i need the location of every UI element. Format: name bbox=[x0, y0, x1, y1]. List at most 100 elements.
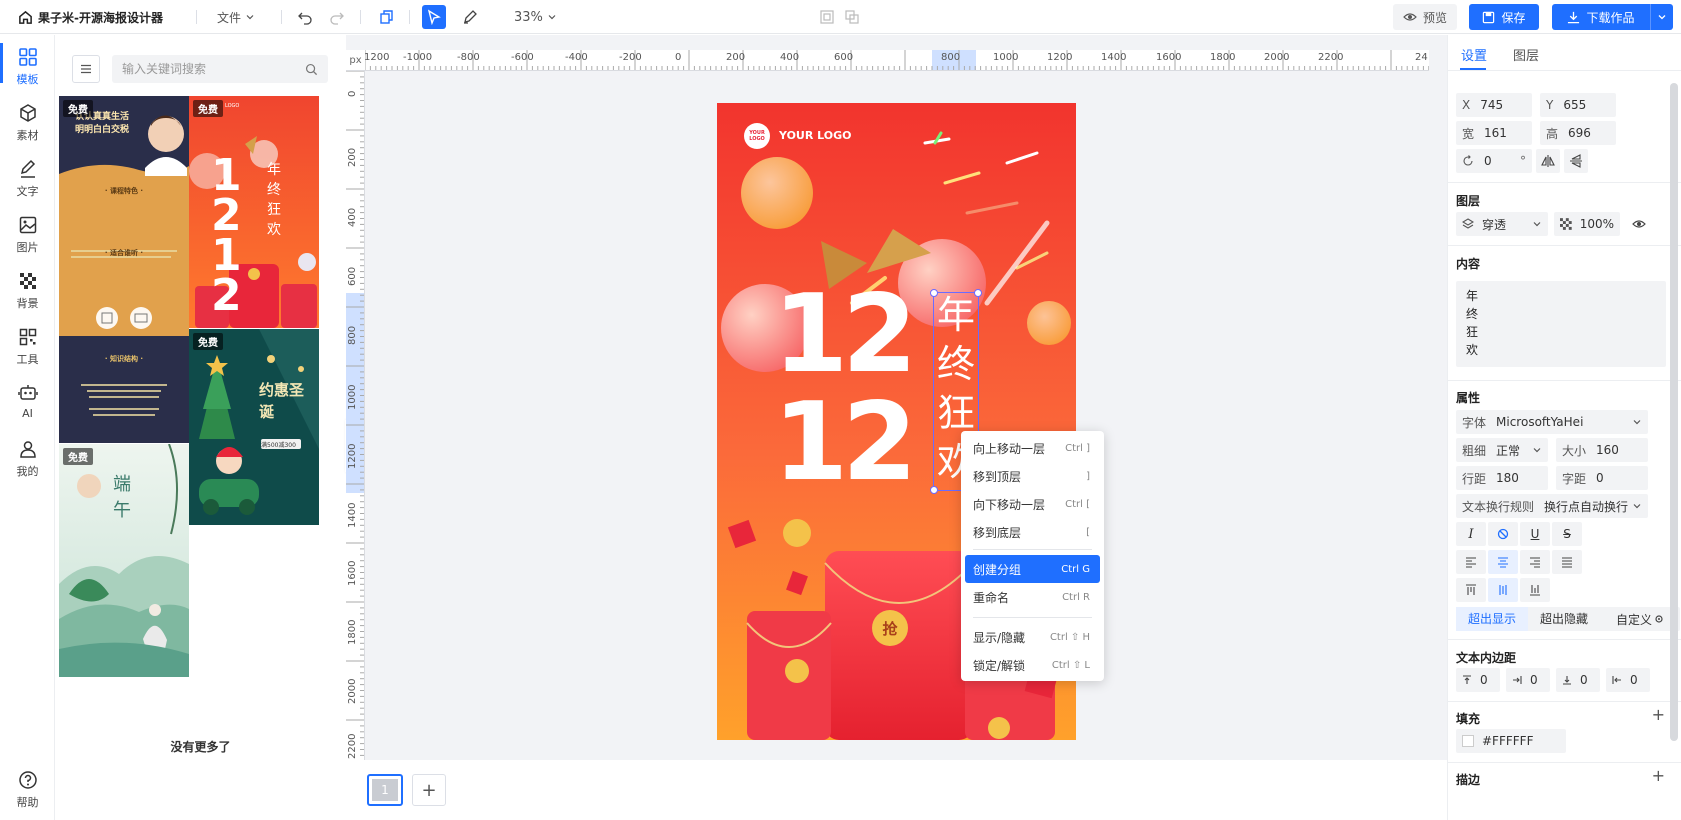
search-icon[interactable] bbox=[305, 63, 318, 76]
padding-top-field[interactable]: 0 bbox=[1456, 668, 1500, 692]
zoom-select[interactable]: 33% bbox=[514, 0, 557, 34]
flip-vertical-button[interactable] bbox=[1564, 149, 1588, 173]
resize-handle[interactable] bbox=[930, 289, 938, 297]
tab-layers[interactable]: 图层 bbox=[1513, 45, 1539, 64]
download-button[interactable]: 下载作品 bbox=[1552, 4, 1673, 30]
rotation-field[interactable]: 0 ° bbox=[1456, 149, 1532, 173]
underline-button[interactable]: U bbox=[1520, 522, 1550, 546]
padding-right-field[interactable]: 0 bbox=[1506, 668, 1550, 692]
align-center-button[interactable] bbox=[1488, 550, 1518, 574]
justify-button[interactable] bbox=[1552, 550, 1582, 574]
nav-item-template[interactable]: 模板 bbox=[0, 47, 55, 87]
font-size-field[interactable]: 大小 160 bbox=[1556, 438, 1648, 462]
redo-button[interactable] bbox=[325, 5, 349, 29]
nav-item-background[interactable]: 背景 bbox=[0, 271, 55, 311]
ruler-label: 600 bbox=[347, 266, 358, 286]
template-card-duanwu[interactable]: 端午 免费 bbox=[59, 444, 189, 677]
ruler-label: -200 bbox=[619, 52, 642, 63]
add-fill-button[interactable]: + bbox=[1652, 705, 1665, 724]
free-badge: 免费 bbox=[63, 448, 93, 465]
fill-color-field[interactable]: #FFFFFF bbox=[1456, 729, 1566, 753]
flip-horizontal-button[interactable] bbox=[1536, 149, 1560, 173]
nav-item-ai[interactable]: AI bbox=[0, 383, 55, 420]
chevron-down-icon bbox=[1633, 420, 1641, 425]
vertical-align-top-button[interactable] bbox=[1456, 578, 1486, 602]
ruler-top[interactable]: 1200 -1000 -800 -600 -400 -200 0 200 400… bbox=[365, 50, 1429, 71]
width-field[interactable]: 宽 161 bbox=[1456, 121, 1532, 145]
overflow-custom-option[interactable]: 自定义 bbox=[1600, 607, 1680, 631]
template-card-tax[interactable]: 认认真真生活 明明白白交税 · 课程特色 · · 适合谁听 · · 知识结构 ·… bbox=[59, 96, 189, 443]
preview-button[interactable]: 预览 bbox=[1393, 4, 1457, 30]
line-height-field[interactable]: 行距 180 bbox=[1456, 466, 1548, 490]
wrap-rule-select[interactable]: 文本换行规则 换行点自动换行 bbox=[1456, 494, 1648, 518]
group-button[interactable] bbox=[815, 5, 839, 29]
app-title[interactable]: 果子米-开源海报设计器 bbox=[18, 0, 163, 34]
font-family-select[interactable]: 字体 MicrosoftYaHei bbox=[1456, 410, 1648, 434]
vertical-align-middle-button[interactable] bbox=[1488, 578, 1518, 602]
visibility-eye-icon[interactable] bbox=[1632, 218, 1646, 230]
add-page-button[interactable]: + bbox=[412, 774, 446, 806]
vertical-align-bottom-button[interactable] bbox=[1520, 578, 1550, 602]
menu-item-rename[interactable]: 重命名 Ctrl R bbox=[965, 583, 1100, 611]
divider bbox=[360, 10, 361, 24]
strikethrough-button[interactable]: S bbox=[1552, 522, 1582, 546]
category-menu-button[interactable] bbox=[72, 55, 100, 83]
nav-item-tools[interactable]: 工具 bbox=[0, 327, 55, 367]
overflow-hide-option[interactable]: 超出隐藏 bbox=[1528, 607, 1600, 631]
menu-item-create-group[interactable]: 创建分组 Ctrl G bbox=[965, 555, 1100, 583]
no-decoration-button[interactable] bbox=[1488, 522, 1518, 546]
resize-handle[interactable] bbox=[974, 289, 982, 297]
copy-style-button[interactable] bbox=[374, 5, 398, 29]
padding-bottom-field[interactable]: 0 bbox=[1556, 668, 1600, 692]
menu-item-bring-to-front[interactable]: 移到顶层] bbox=[965, 462, 1100, 490]
blend-mode-select[interactable]: 穿透 bbox=[1456, 212, 1548, 236]
padding-left-field[interactable]: 0 bbox=[1606, 668, 1650, 692]
template-card-1212[interactable]: 12 12 年终狂欢 LOGO 免费 bbox=[189, 96, 319, 328]
resize-handle[interactable] bbox=[930, 486, 938, 494]
template-card-christmas[interactable]: 约惠圣诞 满500减300 免费 bbox=[189, 329, 319, 525]
page-thumbnail[interactable]: 1 bbox=[367, 774, 403, 806]
font-weight-select[interactable]: 粗细 正常 bbox=[1456, 438, 1548, 462]
menu-item-bring-forward[interactable]: 向上移动一层 Ctrl ] bbox=[965, 434, 1100, 462]
undo-button[interactable] bbox=[293, 5, 317, 29]
save-button[interactable]: 保存 bbox=[1469, 4, 1539, 30]
search-input[interactable] bbox=[122, 62, 305, 76]
fill-color-swatch[interactable] bbox=[1462, 735, 1474, 747]
nav-item-image[interactable]: 图片 bbox=[0, 215, 55, 255]
download-main[interactable]: 下载作品 bbox=[1552, 4, 1651, 30]
download-options[interactable] bbox=[1651, 4, 1673, 30]
ungroup-button[interactable] bbox=[840, 5, 864, 29]
nav-item-text[interactable]: 文字 bbox=[0, 159, 55, 199]
content-textarea[interactable]: 年 终 狂 欢 bbox=[1456, 281, 1666, 367]
ruler-left[interactable]: 0 200 400 600 800 1000 1200 1400 1600 18… bbox=[346, 71, 365, 760]
italic-button[interactable]: I bbox=[1456, 522, 1486, 546]
tab-settings[interactable]: 设置 bbox=[1461, 45, 1487, 64]
height-field[interactable]: 高 696 bbox=[1540, 121, 1616, 145]
add-stroke-button[interactable]: + bbox=[1652, 766, 1665, 785]
nav-item-mine[interactable]: 我的 bbox=[0, 439, 55, 479]
group-icon bbox=[820, 10, 834, 24]
letter-spacing-field[interactable]: 字距 0 bbox=[1556, 466, 1648, 490]
menu-item-toggle-lock[interactable]: 锁定/解锁 Ctrl ⇧ L bbox=[965, 651, 1100, 679]
y-field[interactable]: Y 655 bbox=[1540, 93, 1616, 117]
vertical-align-bottom-icon bbox=[1530, 585, 1540, 596]
x-field[interactable]: X 745 bbox=[1456, 93, 1532, 117]
opacity-field[interactable]: 100 % bbox=[1554, 212, 1620, 236]
menu-item-send-backward[interactable]: 向下移动一层 Ctrl [ bbox=[965, 490, 1100, 518]
select-tool-button[interactable] bbox=[422, 5, 446, 29]
ruler-label: 800 bbox=[941, 52, 961, 63]
italic-icon: I bbox=[1468, 526, 1474, 542]
nav-item-help[interactable]: 帮助 bbox=[0, 770, 55, 810]
panel-scrollbar[interactable] bbox=[1670, 83, 1678, 741]
divider bbox=[1448, 639, 1681, 640]
pen-tool-button[interactable] bbox=[458, 5, 482, 29]
menu-item-toggle-visibility[interactable]: 显示/隐藏 Ctrl ⇧ H bbox=[965, 623, 1100, 651]
align-right-button[interactable] bbox=[1520, 550, 1550, 574]
overflow-show-option[interactable]: 超出显示 bbox=[1456, 607, 1528, 631]
file-menu[interactable]: 文件 bbox=[217, 0, 255, 34]
menu-item-send-to-back[interactable]: 移到底层[ bbox=[965, 518, 1100, 546]
search-box[interactable] bbox=[112, 55, 328, 83]
align-left-button[interactable] bbox=[1456, 550, 1486, 574]
nav-item-material[interactable]: 素材 bbox=[0, 103, 55, 143]
free-badge: 免费 bbox=[193, 100, 223, 117]
